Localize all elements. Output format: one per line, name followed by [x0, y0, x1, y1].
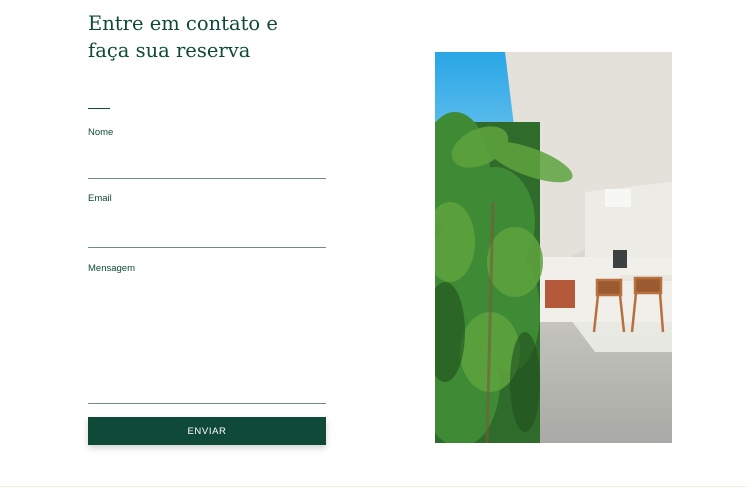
- message-field[interactable]: [88, 281, 326, 399]
- page-title: Entre em contato e faça sua reserva: [88, 10, 328, 64]
- email-field-underline: [88, 247, 326, 248]
- message-field-underline: [88, 403, 326, 404]
- hotel-terrace-photo: [435, 52, 672, 443]
- name-field-underline: [88, 178, 326, 179]
- name-label: Nome: [88, 127, 114, 138]
- send-button[interactable]: ENVIAR: [88, 417, 326, 445]
- name-field[interactable]: [88, 156, 326, 176]
- email-label: Email: [88, 193, 112, 204]
- footer-divider: [0, 486, 747, 487]
- page-title-line-2: faça sua reserva: [88, 39, 251, 62]
- page-title-line-1: Entre em contato e: [88, 12, 278, 35]
- message-label: Mensagem: [88, 263, 135, 274]
- email-field[interactable]: [88, 224, 326, 244]
- title-divider: [88, 108, 110, 109]
